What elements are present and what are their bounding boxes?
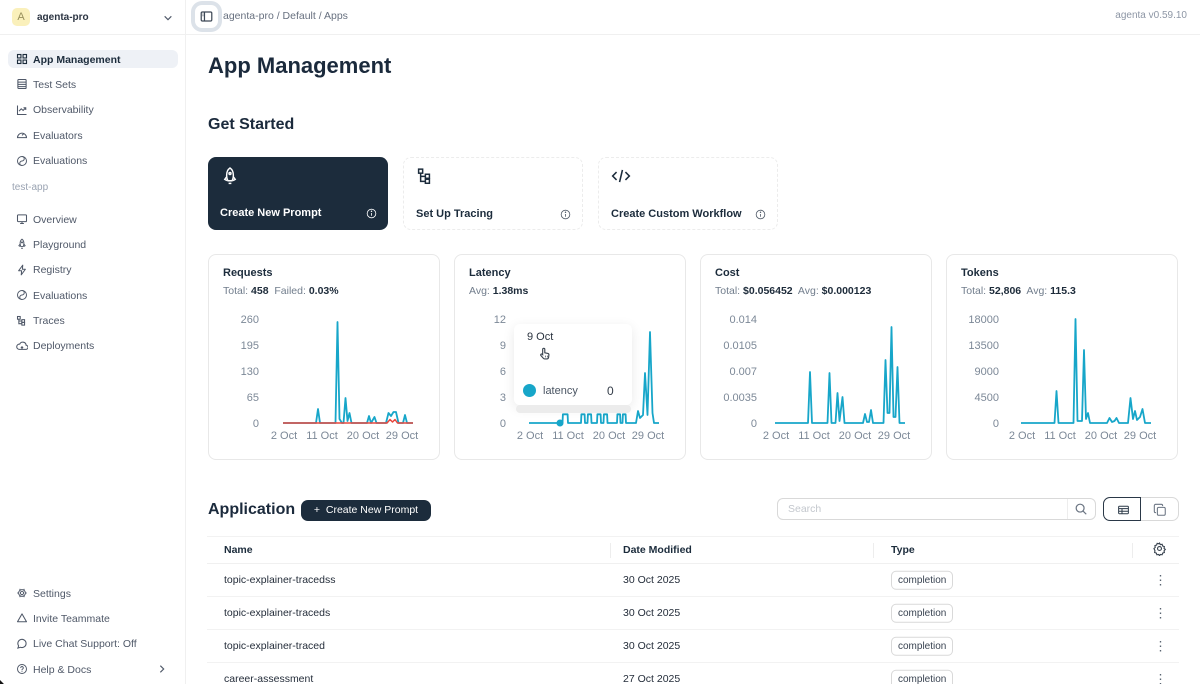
svg-text:65: 65 [247, 392, 259, 404]
svg-text:6: 6 [500, 366, 506, 378]
svg-text:2 Oct: 2 Oct [763, 430, 789, 442]
svg-text:0: 0 [253, 418, 259, 430]
svg-text:20 Oct: 20 Oct [1085, 430, 1117, 442]
svg-text:2 Oct: 2 Oct [271, 430, 297, 442]
svg-text:12: 12 [494, 314, 506, 326]
svg-text:4500: 4500 [975, 392, 999, 404]
svg-text:11 Oct: 11 Oct [306, 430, 338, 442]
svg-text:2 Oct: 2 Oct [517, 430, 543, 442]
svg-text:3: 3 [500, 392, 506, 404]
svg-text:0: 0 [751, 418, 757, 430]
svg-text:0.014: 0.014 [729, 314, 757, 326]
svg-text:20 Oct: 20 Oct [593, 430, 625, 442]
svg-text:29 Oct: 29 Oct [1124, 430, 1156, 442]
svg-text:11 Oct: 11 Oct [798, 430, 830, 442]
svg-text:20 Oct: 20 Oct [839, 430, 871, 442]
svg-text:0: 0 [993, 418, 999, 430]
svg-text:18000: 18000 [968, 314, 999, 326]
svg-text:0.0105: 0.0105 [723, 340, 757, 352]
svg-text:29 Oct: 29 Oct [878, 430, 910, 442]
svg-text:0.0035: 0.0035 [723, 392, 757, 404]
svg-text:29 Oct: 29 Oct [632, 430, 664, 442]
svg-text:9: 9 [500, 340, 506, 352]
svg-text:20 Oct: 20 Oct [347, 430, 379, 442]
svg-text:0.007: 0.007 [729, 366, 757, 378]
svg-text:2 Oct: 2 Oct [1009, 430, 1035, 442]
svg-text:130: 130 [241, 366, 259, 378]
svg-text:11 Oct: 11 Oct [1044, 430, 1076, 442]
svg-text:195: 195 [241, 340, 259, 352]
svg-text:13500: 13500 [968, 340, 999, 352]
svg-text:29 Oct: 29 Oct [386, 430, 418, 442]
svg-text:11 Oct: 11 Oct [552, 430, 584, 442]
svg-text:260: 260 [241, 314, 259, 326]
svg-text:9000: 9000 [975, 366, 999, 378]
svg-text:0: 0 [500, 418, 506, 430]
